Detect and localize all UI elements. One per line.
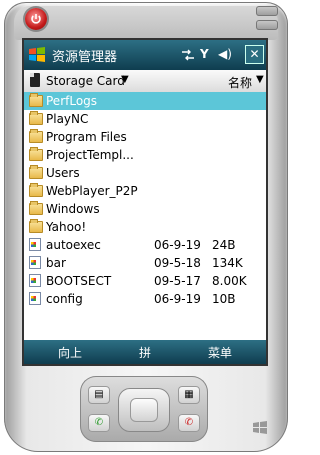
directional-pad[interactable] <box>118 388 170 432</box>
file-size: 134K <box>212 256 243 270</box>
file-date: 06-9-19 <box>154 238 201 252</box>
file-list-item[interactable]: config 06-9-19 10B <box>24 290 266 308</box>
storage-location-dropdown[interactable]: Storage Card <box>46 74 125 88</box>
app-title: 资源管理器 <box>52 50 118 65</box>
file-date: 09-5-17 <box>154 274 201 288</box>
file-name: autoexec <box>46 238 101 252</box>
folder-icon <box>29 111 43 125</box>
file-name: Windows <box>46 202 100 216</box>
file-name: Yahoo! <box>46 220 87 234</box>
file-name: config <box>46 292 83 306</box>
file-name: Program Files <box>46 130 127 144</box>
file-name: BOOTSECT <box>46 274 112 288</box>
file-list-item[interactable]: ProjectTempl... <box>24 146 266 164</box>
file-list-item[interactable]: WebPlayer_P2P <box>24 182 266 200</box>
file-list: PerfLogs PlayNC Program Files ProjectTempl.… <box>24 92 266 308</box>
device-slot-bottom <box>256 20 278 30</box>
file-size: 24B <box>212 238 236 252</box>
sort-by-dropdown[interactable]: 名称 <box>228 74 252 91</box>
close-button[interactable]: ✕ <box>245 45 264 64</box>
calendar-icon[interactable]: ▦ <box>178 386 200 404</box>
folder-icon <box>29 183 43 197</box>
file-name: bar <box>46 256 66 270</box>
folder-icon <box>29 219 43 233</box>
file-name: ProjectTempl... <box>46 148 134 162</box>
device-slot-top <box>256 6 278 16</box>
file-list-item[interactable]: Windows <box>24 200 266 218</box>
chevron-down-icon[interactable]: ▼ <box>121 74 129 85</box>
windows-key-icon[interactable] <box>252 420 268 436</box>
file-list-item[interactable]: Yahoo! <box>24 218 266 236</box>
file-name: PerfLogs <box>46 94 98 108</box>
power-icon <box>31 14 41 24</box>
file-date: 06-9-19 <box>154 292 201 306</box>
start-menu-windows-icon[interactable] <box>28 46 46 64</box>
hardware-button-cluster: ▤ ▦ ✆ ✆ <box>80 376 208 442</box>
title-bar: 资源管理器 Y ◀) ✕ <box>24 40 266 70</box>
file-icon <box>29 256 41 269</box>
file-list-item[interactable]: bar 09-5-18 134K <box>24 254 266 272</box>
softkey-up[interactable]: 向上 <box>58 344 82 361</box>
power-button[interactable] <box>25 8 47 30</box>
file-list-item[interactable]: Users <box>24 164 266 182</box>
file-name: WebPlayer_P2P <box>46 184 138 198</box>
screen: 资源管理器 Y ◀) ✕ Storage Card ▼ 名称 ▼ PerfLog… <box>24 40 266 364</box>
file-name: Users <box>46 166 80 180</box>
file-date: 09-5-18 <box>154 256 201 270</box>
folder-icon <box>29 129 43 143</box>
sort-chevron-down-icon[interactable]: ▼ <box>256 74 264 85</box>
call-icon[interactable]: ✆ <box>88 414 110 432</box>
file-list-item[interactable]: PlayNC <box>24 110 266 128</box>
file-size: 10B <box>212 292 236 306</box>
file-icon <box>29 274 41 287</box>
contacts-icon[interactable]: ▤ <box>88 386 110 404</box>
folder-icon <box>29 201 43 215</box>
location-bar: Storage Card ▼ 名称 ▼ <box>24 70 266 93</box>
file-list-item[interactable]: Program Files <box>24 128 266 146</box>
connectivity-icon[interactable] <box>180 48 196 62</box>
softkey-menu[interactable]: 菜单 <box>208 344 232 361</box>
device-top-cap <box>14 6 278 40</box>
input-method-button[interactable]: 拼 <box>139 344 151 361</box>
signal-icon[interactable]: Y <box>200 47 209 61</box>
file-size: 8.00K <box>212 274 247 288</box>
storage-card-icon <box>30 73 40 87</box>
file-list-item[interactable]: PerfLogs <box>24 92 266 110</box>
dpad-center-button[interactable] <box>130 398 158 422</box>
file-list-item[interactable]: autoexec 06-9-19 24B <box>24 236 266 254</box>
end-call-icon[interactable]: ✆ <box>178 414 200 432</box>
folder-icon <box>29 147 43 161</box>
file-name: PlayNC <box>46 112 89 126</box>
file-icon <box>29 292 41 305</box>
softkey-bar: 向上 拼 菜单 <box>24 340 266 364</box>
folder-icon <box>29 165 43 179</box>
file-list-item[interactable]: BOOTSECT 09-5-17 8.00K <box>24 272 266 290</box>
volume-icon[interactable]: ◀) <box>218 47 232 61</box>
file-icon <box>29 238 41 251</box>
folder-icon <box>29 93 43 107</box>
